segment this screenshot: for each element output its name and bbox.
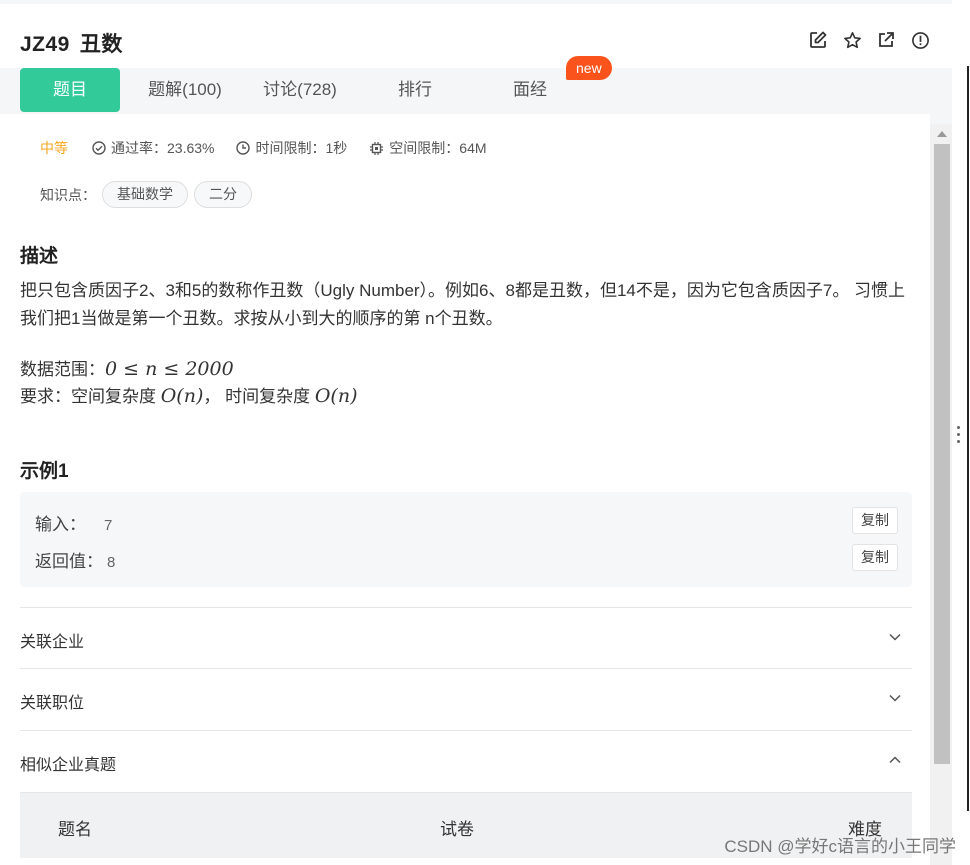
scrollbar[interactable] [930,124,952,865]
accordion-label: 关联职位 [20,695,85,712]
chevron-up-icon [889,756,901,764]
watermark: CSDN @学好c语言的小王同学 [724,837,956,856]
page-title: JZ49 丑数 [20,28,123,58]
data-range: 数据范围：0 ≤ n ≤ 2000 [20,355,912,384]
pass-rate: 通过率：23.63% [92,138,214,158]
requirements-separator: ， 时间复杂度 [203,387,311,406]
accordion-related-positions[interactable]: 关联职位 [20,668,912,730]
header-actions [808,30,930,50]
column-paper: 试卷 [440,820,474,839]
knowledge-label: 知识点： [40,186,96,203]
space-complexity: O(n) [160,385,204,407]
panel-divider [967,66,969,811]
problem-page: JZ49 丑数 题目 题解(100) 讨论(728) 排行 面经 new 中等 [0,0,970,865]
space-limit: 空间限制：64M [369,138,487,158]
scrollbar-thumb[interactable] [934,144,950,764]
chip-icon [370,141,384,155]
accordion-similar-questions[interactable]: 相似企业真题 [20,730,912,792]
example-heading: 示例1 [20,461,69,482]
clock-icon [236,141,251,155]
space-limit-text: 空间限制：64M [389,140,487,156]
copy-output-button[interactable]: 复制 [852,544,898,571]
output-value: 8 [107,554,116,571]
tab-ranking[interactable]: 排行 [380,68,450,112]
scroll-up-arrow[interactable] [937,131,947,137]
tab-interview[interactable]: 面经 [495,68,565,112]
data-range-formula: 0 ≤ n ≤ 2000 [105,358,234,380]
description-heading: 描述 [20,246,59,267]
accordion-related-companies[interactable]: 关联企业 [20,607,912,669]
input-label: 输入： [35,515,86,534]
pass-rate-text: 通过率：23.63% [111,140,215,156]
chevron-down-icon [889,694,901,702]
time-limit-text: 时间限制：1秒 [255,140,348,156]
edit-icon[interactable] [808,30,828,50]
problem-name: 丑数 [79,33,123,56]
input-value: 7 [104,517,113,534]
star-icon[interactable] [842,30,862,50]
copy-input-button[interactable]: 复制 [852,507,898,534]
example-output: 返回值： 8 [35,547,115,572]
accordion-label: 关联企业 [20,634,85,651]
resize-handle-icon[interactable] [957,426,960,443]
data-range-label: 数据范围： [20,360,105,379]
requirements: 要求：空间复杂度 O(n)， 时间复杂度 O(n) [20,382,912,411]
new-badge: new [566,56,612,80]
column-title: 题名 [58,820,92,839]
example-input: 输入： 7 [35,510,112,535]
tab-discussion[interactable]: 讨论(728) [255,68,345,112]
accordion-label: 相似企业真题 [20,757,117,774]
knowledge-points: 知识点： 基础数学 二分 [40,181,252,208]
example-box: 输入： 7 复制 返回值： 8 复制 [20,492,912,587]
tag-binary-search[interactable]: 二分 [194,181,252,208]
time-limit: 时间限制：1秒 [236,138,347,158]
tab-solutions[interactable]: 题解(100) [140,68,230,112]
side-panel-edge [952,0,970,865]
difficulty-label: 中等 [40,140,68,156]
description-text: 把只包含质因子2、3和5的数称作丑数（Ugly Number）。例如6、8都是丑… [20,281,906,328]
problem-code: JZ49 [20,33,70,56]
problem-meta: 中等 通过率：23.63% 时间限制：1秒 空间限制：64M [40,138,509,158]
requirements-label: 要求：空间复杂度 [20,387,156,406]
output-label: 返回值： [35,552,103,571]
check-circle-icon [92,141,106,155]
tag-basic-math[interactable]: 基础数学 [102,181,188,208]
tab-problem[interactable]: 题目 [20,68,120,112]
time-complexity: O(n) [314,385,358,407]
info-icon[interactable] [910,30,930,50]
problem-content: 中等 通过率：23.63% 时间限制：1秒 空间限制：64M 知识点： 基础数学… [0,114,930,865]
problem-header: JZ49 丑数 [0,4,952,68]
chevron-down-icon [889,633,901,641]
problem-tabs: 题目 题解(100) 讨论(728) 排行 面经 [0,68,952,114]
external-link-icon[interactable] [876,30,896,50]
